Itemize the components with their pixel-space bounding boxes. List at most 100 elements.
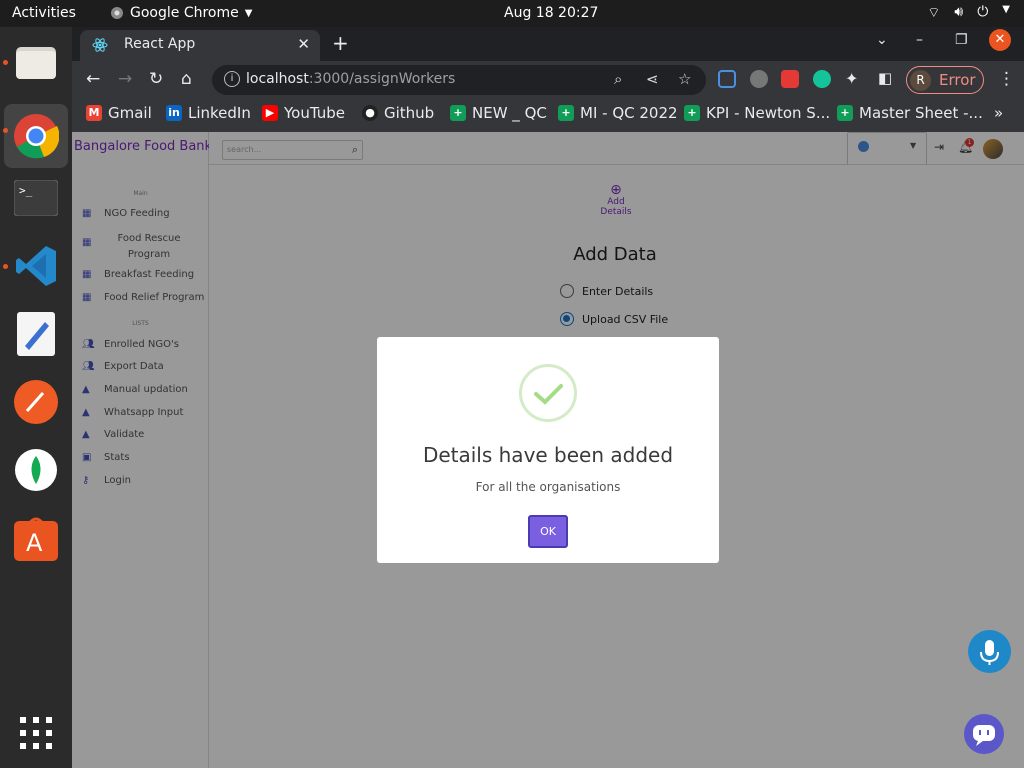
ok-button[interactable]: OK [528, 515, 568, 548]
running-indicator [3, 128, 8, 133]
close-window-icon[interactable]: ✕ [989, 29, 1011, 51]
extension-video-icon[interactable] [781, 70, 799, 88]
profile-status: Error [939, 71, 976, 89]
bookmark-label: KPI - Newton S... [706, 104, 831, 122]
mongodb-leaf-icon [15, 449, 57, 491]
react-icon [92, 38, 108, 52]
extensions-puzzle-icon[interactable]: ✦ [845, 69, 858, 88]
tab-react-app[interactable]: React App ✕ [80, 30, 320, 61]
profile-avatar: R [910, 70, 931, 91]
side-panel-icon[interactable]: ◧ [878, 69, 892, 87]
tab-strip: React App ✕ + ⌄ – ❐ ✕ [72, 27, 1024, 61]
bookmark-youtube[interactable]: ▶ YouTube [262, 104, 345, 122]
postman-icon [14, 380, 58, 424]
app-menu-label: Google Chrome [130, 5, 239, 21]
restore-icon[interactable]: ❐ [955, 32, 968, 48]
back-icon[interactable]: ← [86, 69, 100, 89]
app-store-icon: A [14, 517, 58, 561]
bookmark-label: MI - QC 2022 [580, 104, 678, 122]
terminal-icon: >_ [14, 180, 58, 216]
mongodb-compass-app[interactable] [10, 444, 62, 496]
chrome-app[interactable] [3, 104, 68, 168]
postman-app[interactable] [10, 376, 62, 428]
system-top-bar: Activities Google Chrome ▼ Aug 18 20:27 … [0, 0, 1024, 27]
terminal-app[interactable]: >_ [10, 172, 62, 224]
zoom-icon[interactable]: ⌕ [614, 70, 622, 88]
tab-search-icon[interactable]: ⌄ [876, 32, 888, 48]
extension-circle-icon[interactable] [750, 70, 768, 88]
success-check-icon [519, 364, 577, 422]
extension-screenshot-icon[interactable] [718, 70, 736, 88]
bookmark-label: YouTube [284, 104, 345, 122]
system-tray[interactable]: ⌔ 🔊︎ ⏻ ▼ [927, 4, 1010, 22]
linkedin-icon: in [166, 105, 182, 121]
chat-bot-icon [973, 725, 995, 746]
voice-input-button[interactable] [968, 630, 1011, 673]
browser-chrome: React App ✕ + ⌄ – ❐ ✕ ← → ↻ ⌂ i localhos… [72, 27, 1024, 132]
share-icon[interactable]: ⋖ [646, 70, 659, 88]
folder-icon [16, 47, 56, 79]
text-editor-app[interactable] [10, 308, 62, 360]
url-text: localhost:3000/assignWorkers [246, 71, 455, 87]
more-bookmarks-button[interactable]: » [994, 104, 1003, 122]
software-center-app[interactable]: A [10, 512, 62, 564]
site-info-icon[interactable]: i [224, 71, 240, 87]
sheets-icon: + [684, 105, 700, 121]
bookmark-label: NEW _ QC [472, 104, 547, 122]
bookmark-label: LinkedIn [188, 104, 251, 122]
url-host: localhost [246, 71, 309, 87]
minimize-icon[interactable]: – [916, 32, 923, 48]
tab-title: React App [124, 36, 196, 52]
bookmark-star-icon[interactable]: ☆ [678, 70, 691, 88]
youtube-icon: ▶ [262, 105, 278, 121]
app-menu[interactable]: Google Chrome ▼ [110, 5, 252, 21]
bookmark-label: Master Sheet -... [859, 104, 983, 122]
app-grid-icon [20, 717, 52, 749]
dialog-title: Details have been added [422, 443, 674, 467]
bookmark-label: Github [384, 104, 435, 122]
bookmark-gmail[interactable]: M Gmail [86, 104, 152, 122]
svg-text:A: A [26, 529, 43, 557]
bookmark-linkedin[interactable]: in LinkedIn [166, 104, 251, 122]
gmail-icon: M [86, 105, 102, 121]
chrome-icon [14, 114, 59, 159]
bookmarks-bar: M Gmail in LinkedIn ▶ YouTube ● Github + NEW … [72, 99, 1024, 132]
sheets-icon: + [450, 105, 466, 121]
dialog-message: For all the organisations [475, 480, 621, 494]
chrome-menu-icon[interactable]: ⋮ [998, 69, 1015, 89]
caret-down-icon: ▼ [244, 7, 253, 19]
volume-icon: 🔊︎ [954, 4, 964, 20]
show-apps-button[interactable] [10, 707, 62, 759]
url-path: :3000/assignWorkers [308, 71, 456, 87]
activities-button[interactable]: Activities [12, 5, 76, 21]
github-icon: ● [362, 105, 378, 121]
svg-text:>_: >_ [19, 184, 33, 197]
vscode-icon [16, 246, 56, 286]
wifi-icon: ⌔ [927, 5, 941, 21]
text-editor-icon [17, 312, 55, 356]
files-app[interactable] [3, 36, 62, 88]
bookmark-mi-qc[interactable]: + MI - QC 2022 [558, 104, 678, 122]
new-tab-button[interactable]: + [332, 31, 349, 55]
close-tab-icon[interactable]: ✕ [297, 35, 310, 53]
bookmark-master-sheet[interactable]: + Master Sheet -... [837, 104, 983, 122]
home-icon[interactable]: ⌂ [181, 69, 192, 89]
forward-icon[interactable]: → [118, 69, 132, 89]
clock[interactable]: Aug 18 20:27 [504, 5, 598, 21]
chrome-small-icon [111, 7, 123, 19]
dock: >_ A [0, 27, 72, 768]
reload-icon[interactable]: ↻ [149, 69, 163, 89]
profile-button[interactable]: R Error [906, 66, 984, 94]
bookmark-new-qc[interactable]: + NEW _ QC [450, 104, 547, 122]
power-icon: ⏻ [977, 4, 989, 20]
bookmark-github[interactable]: ● Github [362, 104, 434, 122]
running-indicator [3, 264, 8, 269]
bookmark-kpi[interactable]: + KPI - Newton S... [684, 104, 830, 122]
vscode-app[interactable] [3, 240, 62, 292]
chat-widget-button[interactable] [964, 714, 1004, 754]
success-dialog: Details have been added For all the orga… [377, 337, 719, 563]
address-bar[interactable]: i localhost:3000/assignWorkers ⌕ ⋖ ☆ [212, 65, 706, 95]
microphone-icon [980, 640, 999, 665]
sheets-icon: + [837, 105, 853, 121]
grammarly-icon[interactable] [813, 70, 831, 88]
